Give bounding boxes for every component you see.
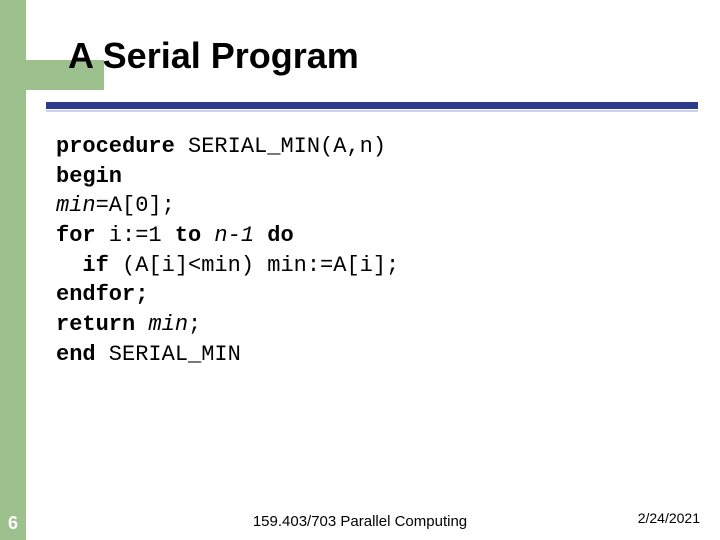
code-indent bbox=[56, 253, 82, 278]
title-block: A Serial Program bbox=[52, 35, 700, 87]
footer-center: 159.403/703 Parallel Computing bbox=[0, 513, 720, 530]
kw-procedure: procedure bbox=[56, 134, 175, 159]
kw-return: return bbox=[56, 312, 135, 337]
code-block: procedure SERIAL_MIN(A,n) begin min=A[0]… bbox=[56, 132, 690, 370]
kw-for: for bbox=[56, 223, 96, 248]
slide-title: A Serial Program bbox=[68, 35, 700, 77]
title-rule-dark bbox=[46, 102, 698, 109]
kw-if: if bbox=[82, 253, 108, 278]
code-text: (A[i]<min) min:=A[i]; bbox=[109, 253, 399, 278]
kw-end: end bbox=[56, 342, 96, 367]
code-text: ; bbox=[188, 312, 201, 337]
code-text: SERIAL_MIN(A,n) bbox=[175, 134, 386, 159]
kw-endfor: endfor; bbox=[56, 282, 148, 307]
kw-begin: begin bbox=[56, 164, 122, 189]
it-min: min bbox=[56, 193, 96, 218]
footer-date: 2/24/2021 bbox=[638, 510, 700, 526]
title-rule-light bbox=[46, 110, 698, 112]
kw-do: do bbox=[267, 223, 293, 248]
it-n1: n-1 bbox=[201, 223, 267, 248]
kw-to: to bbox=[175, 223, 201, 248]
it-min2: min bbox=[135, 312, 188, 337]
code-text: =A[0]; bbox=[96, 193, 175, 218]
code-text: i:=1 bbox=[96, 223, 175, 248]
code-text: SERIAL_MIN bbox=[96, 342, 241, 367]
